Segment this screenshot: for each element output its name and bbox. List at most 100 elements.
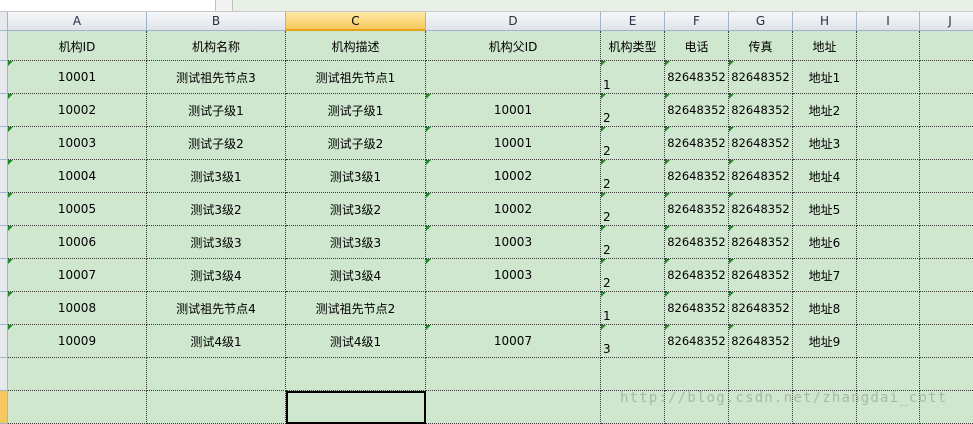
- row-header[interactable]: [0, 160, 8, 193]
- table-cell[interactable]: 10007: [426, 325, 601, 358]
- row-header[interactable]: [0, 193, 8, 226]
- table-cell[interactable]: 82648352: [729, 193, 793, 226]
- table-cell[interactable]: 地址4: [793, 160, 857, 193]
- header-cell[interactable]: [920, 31, 973, 61]
- table-cell[interactable]: 地址6: [793, 226, 857, 259]
- empty-cell[interactable]: [8, 391, 147, 424]
- table-cell[interactable]: 地址9: [793, 325, 857, 358]
- header-cell[interactable]: 机构ID: [8, 31, 147, 61]
- table-cell[interactable]: 测试3级1: [286, 160, 426, 193]
- table-cell[interactable]: 10005: [8, 193, 147, 226]
- empty-cell[interactable]: [920, 160, 973, 193]
- table-cell[interactable]: 82648352: [729, 127, 793, 160]
- column-header-F[interactable]: F: [665, 12, 729, 31]
- column-header-B[interactable]: B: [147, 12, 286, 31]
- table-cell[interactable]: 82648352: [729, 61, 793, 94]
- column-header-A[interactable]: A: [8, 12, 147, 31]
- empty-cell[interactable]: [426, 391, 601, 424]
- empty-cell[interactable]: [857, 193, 920, 226]
- empty-cell[interactable]: [426, 358, 601, 391]
- table-cell[interactable]: 测试祖先节点2: [286, 292, 426, 325]
- empty-cell[interactable]: [857, 61, 920, 94]
- table-cell[interactable]: 测试子级2: [286, 127, 426, 160]
- table-cell[interactable]: 2: [601, 259, 665, 292]
- empty-cell[interactable]: [920, 292, 973, 325]
- table-cell[interactable]: 地址1: [793, 61, 857, 94]
- column-header-D[interactable]: D: [426, 12, 601, 31]
- table-cell[interactable]: 测试子级2: [147, 127, 286, 160]
- row-header[interactable]: [0, 358, 8, 391]
- table-cell[interactable]: 测试4级1: [286, 325, 426, 358]
- table-cell[interactable]: 测试3级3: [286, 226, 426, 259]
- row-header[interactable]: [0, 94, 8, 127]
- table-cell[interactable]: 82648352: [729, 259, 793, 292]
- header-cell[interactable]: 机构描述: [286, 31, 426, 61]
- empty-cell[interactable]: [857, 226, 920, 259]
- table-cell[interactable]: 测试子级1: [286, 94, 426, 127]
- table-cell[interactable]: 82648352: [729, 325, 793, 358]
- table-cell[interactable]: 测试子级1: [147, 94, 286, 127]
- table-cell[interactable]: 测试3级3: [147, 226, 286, 259]
- table-cell[interactable]: 测试3级2: [286, 193, 426, 226]
- header-cell[interactable]: [857, 31, 920, 61]
- column-header-C[interactable]: C: [286, 12, 426, 31]
- table-cell[interactable]: 82648352: [665, 127, 729, 160]
- empty-cell[interactable]: [857, 160, 920, 193]
- row-header[interactable]: [0, 292, 8, 325]
- table-cell[interactable]: 地址8: [793, 292, 857, 325]
- header-cell[interactable]: 传真: [729, 31, 793, 61]
- table-cell[interactable]: 地址3: [793, 127, 857, 160]
- table-cell[interactable]: 2: [601, 94, 665, 127]
- row-header[interactable]: [0, 259, 8, 292]
- empty-cell[interactable]: [601, 358, 665, 391]
- table-cell[interactable]: 10006: [8, 226, 147, 259]
- table-cell[interactable]: 测试祖先节点3: [147, 61, 286, 94]
- row-header[interactable]: [0, 127, 8, 160]
- table-cell[interactable]: 10002: [426, 160, 601, 193]
- row-header[interactable]: [0, 391, 8, 424]
- table-cell[interactable]: 1: [601, 61, 665, 94]
- empty-cell[interactable]: [920, 226, 973, 259]
- column-header-G[interactable]: G: [729, 12, 793, 31]
- table-cell[interactable]: [426, 292, 601, 325]
- table-cell[interactable]: 测试祖先节点4: [147, 292, 286, 325]
- row-header[interactable]: [0, 226, 8, 259]
- header-cell[interactable]: 机构父ID: [426, 31, 601, 61]
- empty-cell[interactable]: [793, 358, 857, 391]
- table-cell[interactable]: 10004: [8, 160, 147, 193]
- table-cell[interactable]: 10008: [8, 292, 147, 325]
- table-cell[interactable]: 82648352: [665, 226, 729, 259]
- table-cell[interactable]: 2: [601, 160, 665, 193]
- table-cell[interactable]: 1: [601, 292, 665, 325]
- table-cell[interactable]: 2: [601, 127, 665, 160]
- table-cell[interactable]: 10003: [8, 127, 147, 160]
- row-header[interactable]: [0, 61, 8, 94]
- table-cell[interactable]: 地址2: [793, 94, 857, 127]
- table-cell[interactable]: 82648352: [729, 292, 793, 325]
- empty-cell[interactable]: [286, 358, 426, 391]
- empty-cell[interactable]: [857, 127, 920, 160]
- empty-cell[interactable]: [920, 259, 973, 292]
- row-header[interactable]: [0, 31, 8, 61]
- select-all-corner[interactable]: [0, 12, 8, 31]
- table-cell[interactable]: 10003: [426, 259, 601, 292]
- table-cell[interactable]: 测试3级4: [147, 259, 286, 292]
- empty-cell[interactable]: [857, 94, 920, 127]
- table-cell[interactable]: 82648352: [729, 160, 793, 193]
- empty-cell[interactable]: [857, 292, 920, 325]
- empty-cell[interactable]: [920, 94, 973, 127]
- table-cell[interactable]: 2: [601, 226, 665, 259]
- empty-cell[interactable]: [920, 193, 973, 226]
- column-header-J[interactable]: J: [920, 12, 973, 31]
- empty-cell[interactable]: [857, 325, 920, 358]
- selected-cell[interactable]: [286, 391, 426, 424]
- table-cell[interactable]: 82648352: [729, 94, 793, 127]
- table-cell[interactable]: 10007: [8, 259, 147, 292]
- column-header-E[interactable]: E: [601, 12, 665, 31]
- table-cell[interactable]: 82648352: [665, 259, 729, 292]
- table-cell[interactable]: 2: [601, 193, 665, 226]
- table-cell[interactable]: 82648352: [665, 160, 729, 193]
- table-cell[interactable]: 10001: [426, 94, 601, 127]
- header-cell[interactable]: 电话: [665, 31, 729, 61]
- empty-cell[interactable]: [665, 358, 729, 391]
